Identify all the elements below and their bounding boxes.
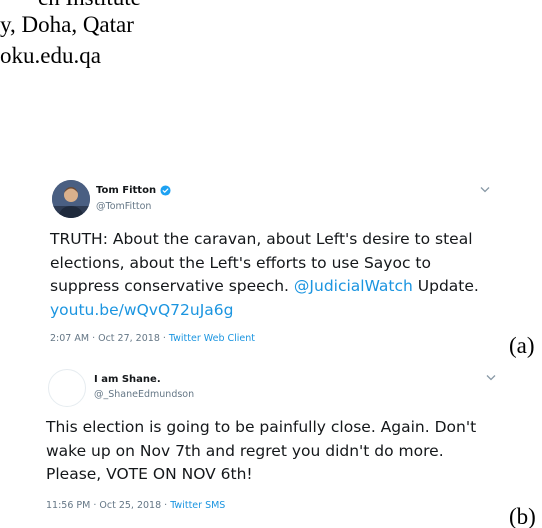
tweet-timestamp: 2:07 AM · Oct 27, 2018 · Twitter Web Cli… <box>50 333 255 344</box>
display-name[interactable]: Tom Fitton <box>96 185 156 196</box>
verified-badge-icon <box>160 185 171 196</box>
tweet-text: This election is going to be painfully c… <box>46 416 476 487</box>
tweet-text-line: suppress conservative speech. @JudicialW… <box>50 275 479 299</box>
tweet-source-link[interactable]: Twitter SMS <box>170 500 225 511</box>
avatar[interactable] <box>48 369 86 407</box>
tweet-source-link[interactable]: Twitter Web Client <box>169 333 255 344</box>
user-handle[interactable]: @_ShaneEdmundson <box>94 389 194 400</box>
tweet-card-a: Tom Fitton @TomFitton TRUTH: About the c… <box>50 178 500 348</box>
display-name[interactable]: I am Shane. <box>94 374 161 385</box>
tweet-text-line: TRUTH: About the caravan, about Left's d… <box>50 230 473 248</box>
tweet-timestamp: 11:56 PM · Oct 25, 2018 · Twitter SMS <box>46 500 225 511</box>
timestamp[interactable]: 2:07 AM · Oct 27, 2018 · <box>50 333 169 344</box>
affiliation-line-3: oku.edu.qa <box>0 43 101 68</box>
user-handle[interactable]: @TomFitton <box>96 201 151 212</box>
tweet-text-line: youtu.be/wQvQ72uJa6g <box>50 299 479 323</box>
tweet-text-line: Please, VOTE ON NOV 6th! <box>46 465 253 483</box>
paper-figure-page: ch Institute y, Doha, Qatar oku.edu.qa T… <box>0 0 542 528</box>
affiliation-line-2: y, Doha, Qatar <box>0 12 134 37</box>
avatar-photo-icon <box>52 180 90 218</box>
tweet-text-line: elections, about the Left's efforts to u… <box>50 253 431 272</box>
subfigure-label-a: (a) <box>509 333 535 358</box>
timestamp[interactable]: 11:56 PM · Oct 25, 2018 · <box>46 500 170 511</box>
tweet-text-fragment: suppress conservative speech. <box>50 277 294 295</box>
subfigure-label-b: (b) <box>509 504 536 528</box>
tweet-text-fragment: Update. <box>412 277 479 295</box>
tweet-text-line: This election is going to be painfully c… <box>46 418 477 436</box>
chevron-down-icon[interactable] <box>480 186 490 193</box>
tweet-text: TRUTH: About the caravan, about Left's d… <box>50 228 479 322</box>
url-link[interactable]: youtu.be/wQvQ72uJa6g <box>50 301 233 319</box>
mention-link[interactable]: @JudicialWatch <box>294 277 413 295</box>
tweet-text-line: wake up on Nov 7th and regret you didn't… <box>46 441 444 460</box>
affiliation-line-1: ch Institute <box>38 0 141 9</box>
avatar[interactable] <box>52 180 90 218</box>
tweet-card-b: I am Shane. @_ShaneEdmundson This electi… <box>46 368 500 516</box>
chevron-down-icon[interactable] <box>486 374 496 381</box>
